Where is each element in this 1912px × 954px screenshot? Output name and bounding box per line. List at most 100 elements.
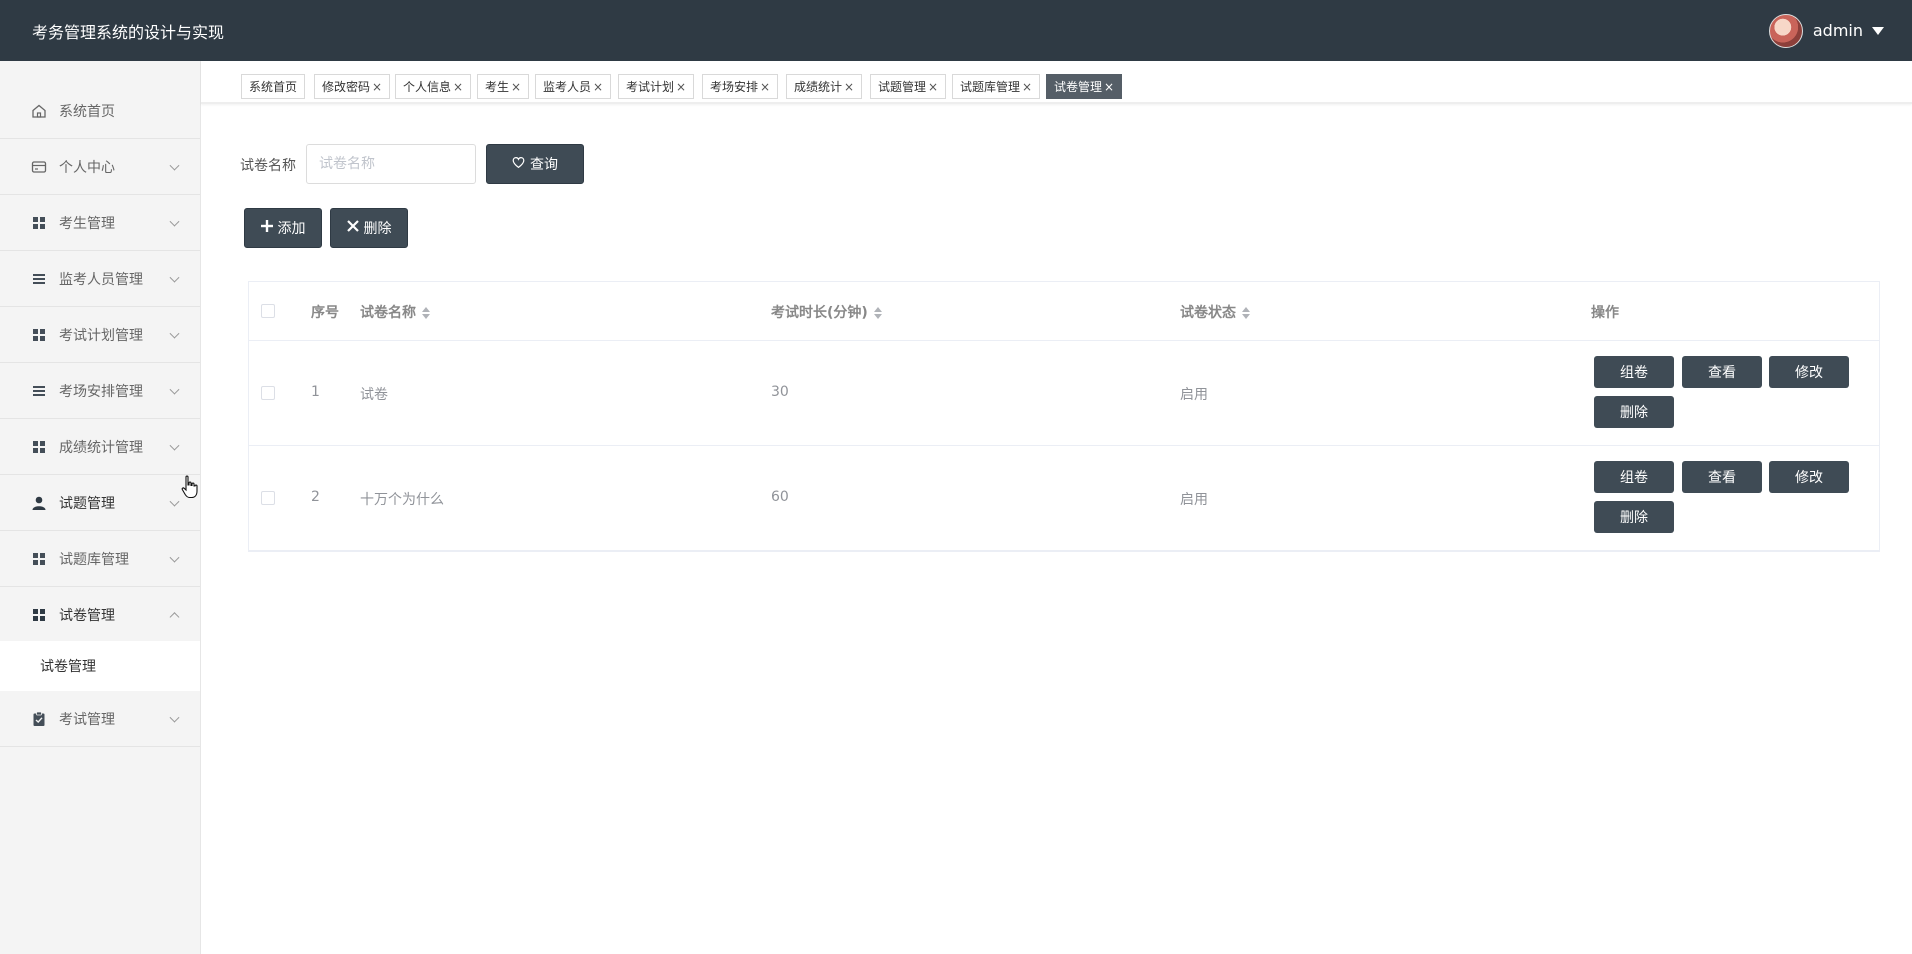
plus-icon <box>260 220 273 236</box>
tab-label: 试题库管理 <box>960 80 1021 94</box>
edit-button[interactable]: 修改 <box>1769 356 1849 388</box>
compose-button[interactable]: 组卷 <box>1594 356 1674 388</box>
sidebar-item-personal-center[interactable]: 个人中心 <box>0 139 200 195</box>
add-button-label: 添加 <box>277 221 306 237</box>
row-index: 1 <box>311 384 320 400</box>
sidebar-item-label: 试题库管理 <box>59 551 129 568</box>
sidebar-item-room-arrangement[interactable]: 考场安排管理 <box>0 363 200 419</box>
chevron-down-icon <box>169 216 180 227</box>
sort-icon[interactable] <box>422 307 430 319</box>
row-checkbox[interactable] <box>261 386 275 400</box>
tab-proctors[interactable]: 监考人员 × <box>535 74 612 99</box>
add-button[interactable]: 添加 <box>244 208 322 248</box>
sidebar-item-score-stats[interactable]: 成绩统计管理 <box>0 419 200 475</box>
search-input[interactable] <box>306 144 476 184</box>
sidebar-item-examinees[interactable]: 考生管理 <box>0 195 200 251</box>
chevron-down-icon <box>169 440 180 451</box>
chevron-down-icon <box>169 712 180 723</box>
sidebar: 系统首页 个人中心 考生管理 监考人员管理 考试计划管理 考场安排管理 成绩统计… <box>0 61 201 954</box>
home-icon <box>31 103 47 119</box>
search-button[interactable]: 查询 <box>486 144 584 184</box>
close-icon[interactable]: × <box>453 80 463 94</box>
table-header: 序号 试卷名称 考试时长(分钟) 试卷状态 操作 <box>249 282 1879 341</box>
row-checkbox[interactable] <box>261 491 275 505</box>
caret-down-icon[interactable] <box>1872 26 1884 35</box>
search-label: 试卷名称 <box>240 158 296 174</box>
grid-icon <box>31 607 47 623</box>
sidebar-item-question-bank[interactable]: 试题库管理 <box>0 531 200 587</box>
chevron-down-icon <box>169 160 180 171</box>
row-delete-button[interactable]: 删除 <box>1594 501 1674 533</box>
sidebar-item-exams[interactable]: 考试管理 <box>0 691 200 747</box>
row-status: 启用 <box>1180 387 1208 403</box>
sidebar-item-papers[interactable]: 试卷管理 <box>0 587 200 643</box>
user-menu[interactable]: admin <box>1768 13 1884 48</box>
delete-button[interactable]: 删除 <box>330 208 408 248</box>
close-icon[interactable]: × <box>676 80 686 94</box>
sidebar-item-proctors[interactable]: 监考人员管理 <box>0 251 200 307</box>
tab-exam-plan[interactable]: 考试计划 × <box>618 74 695 99</box>
top-header: 考务管理系统的设计与实现 admin <box>0 0 1912 61</box>
row-delete-button[interactable]: 删除 <box>1594 396 1674 428</box>
sidebar-item-label: 监考人员管理 <box>59 271 143 288</box>
sidebar-item-label: 考生管理 <box>59 215 115 232</box>
header-ops: 操作 <box>1591 305 1619 321</box>
tab-papers[interactable]: 试卷管理 × <box>1046 74 1123 99</box>
grid-icon <box>31 551 47 567</box>
tab-home[interactable]: 系统首页 <box>241 74 306 99</box>
header-name-label: 试卷名称 <box>360 305 416 321</box>
sidebar-item-home[interactable]: 系统首页 <box>0 83 200 139</box>
sort-icon[interactable] <box>1242 307 1250 319</box>
row-status: 启用 <box>1180 492 1208 508</box>
sidebar-subitem-papers[interactable]: 试卷管理 <box>0 641 200 691</box>
close-icon[interactable]: × <box>844 80 854 94</box>
sidebar-item-label: 考场安排管理 <box>59 383 143 400</box>
sidebar-item-label: 系统首页 <box>59 103 115 120</box>
row-duration: 30 <box>771 384 789 400</box>
row-name: 试卷 <box>360 387 388 403</box>
chevron-down-icon <box>169 272 180 283</box>
grid-icon <box>31 215 47 231</box>
tab-examinee[interactable]: 考生 × <box>477 74 530 99</box>
username[interactable]: admin <box>1813 21 1863 40</box>
close-icon[interactable]: × <box>928 80 938 94</box>
tab-personal-info[interactable]: 个人信息 × <box>395 74 472 99</box>
tab-label: 成绩统计 <box>794 80 843 94</box>
tab-question-bank[interactable]: 试题库管理 × <box>952 74 1041 99</box>
view-button[interactable]: 查看 <box>1682 461 1762 493</box>
close-icon[interactable]: × <box>372 80 382 94</box>
sidebar-item-exam-plans[interactable]: 考试计划管理 <box>0 307 200 363</box>
chevron-down-icon <box>169 328 180 339</box>
app-title: 考务管理系统的设计与实现 <box>32 22 225 42</box>
edit-button[interactable]: 修改 <box>1769 461 1849 493</box>
header-status[interactable]: 试卷状态 <box>1180 302 1250 322</box>
header-duration-label: 考试时长(分钟) <box>771 305 868 321</box>
compose-button[interactable]: 组卷 <box>1594 461 1674 493</box>
tab-label: 考试计划 <box>626 80 675 94</box>
avatar[interactable] <box>1768 13 1803 48</box>
tab-score-stats[interactable]: 成绩统计 × <box>786 74 863 99</box>
tab-room-arrangement[interactable]: 考场安排 × <box>702 74 779 99</box>
close-icon[interactable]: × <box>511 80 521 94</box>
close-icon[interactable]: × <box>760 80 770 94</box>
sort-icon[interactable] <box>873 307 882 319</box>
tab-label: 考场安排 <box>710 80 759 94</box>
tab-change-password[interactable]: 修改密码 × <box>314 74 391 99</box>
view-button[interactable]: 查看 <box>1682 356 1762 388</box>
header-duration[interactable]: 考试时长(分钟) <box>771 302 882 322</box>
close-icon[interactable]: × <box>1104 80 1114 94</box>
sidebar-item-questions[interactable]: 试题管理 <box>0 475 200 531</box>
chevron-down-icon <box>169 384 180 395</box>
header-name[interactable]: 试卷名称 <box>360 302 430 322</box>
close-icon[interactable]: × <box>1022 80 1032 94</box>
select-all-checkbox[interactable] <box>261 304 275 318</box>
list-icon <box>31 383 47 399</box>
chevron-down-icon <box>169 552 180 563</box>
chevron-down-icon <box>169 496 180 507</box>
close-icon[interactable]: × <box>593 80 603 94</box>
search-button-label: 查询 <box>530 157 558 173</box>
table-row: 2 十万个为什么 60 启用 组卷 查看 修改 删除 <box>249 446 1879 551</box>
tab-questions[interactable]: 试题管理 × <box>870 74 947 99</box>
delete-button-label: 删除 <box>363 221 392 237</box>
header-index: 序号 <box>311 305 339 321</box>
